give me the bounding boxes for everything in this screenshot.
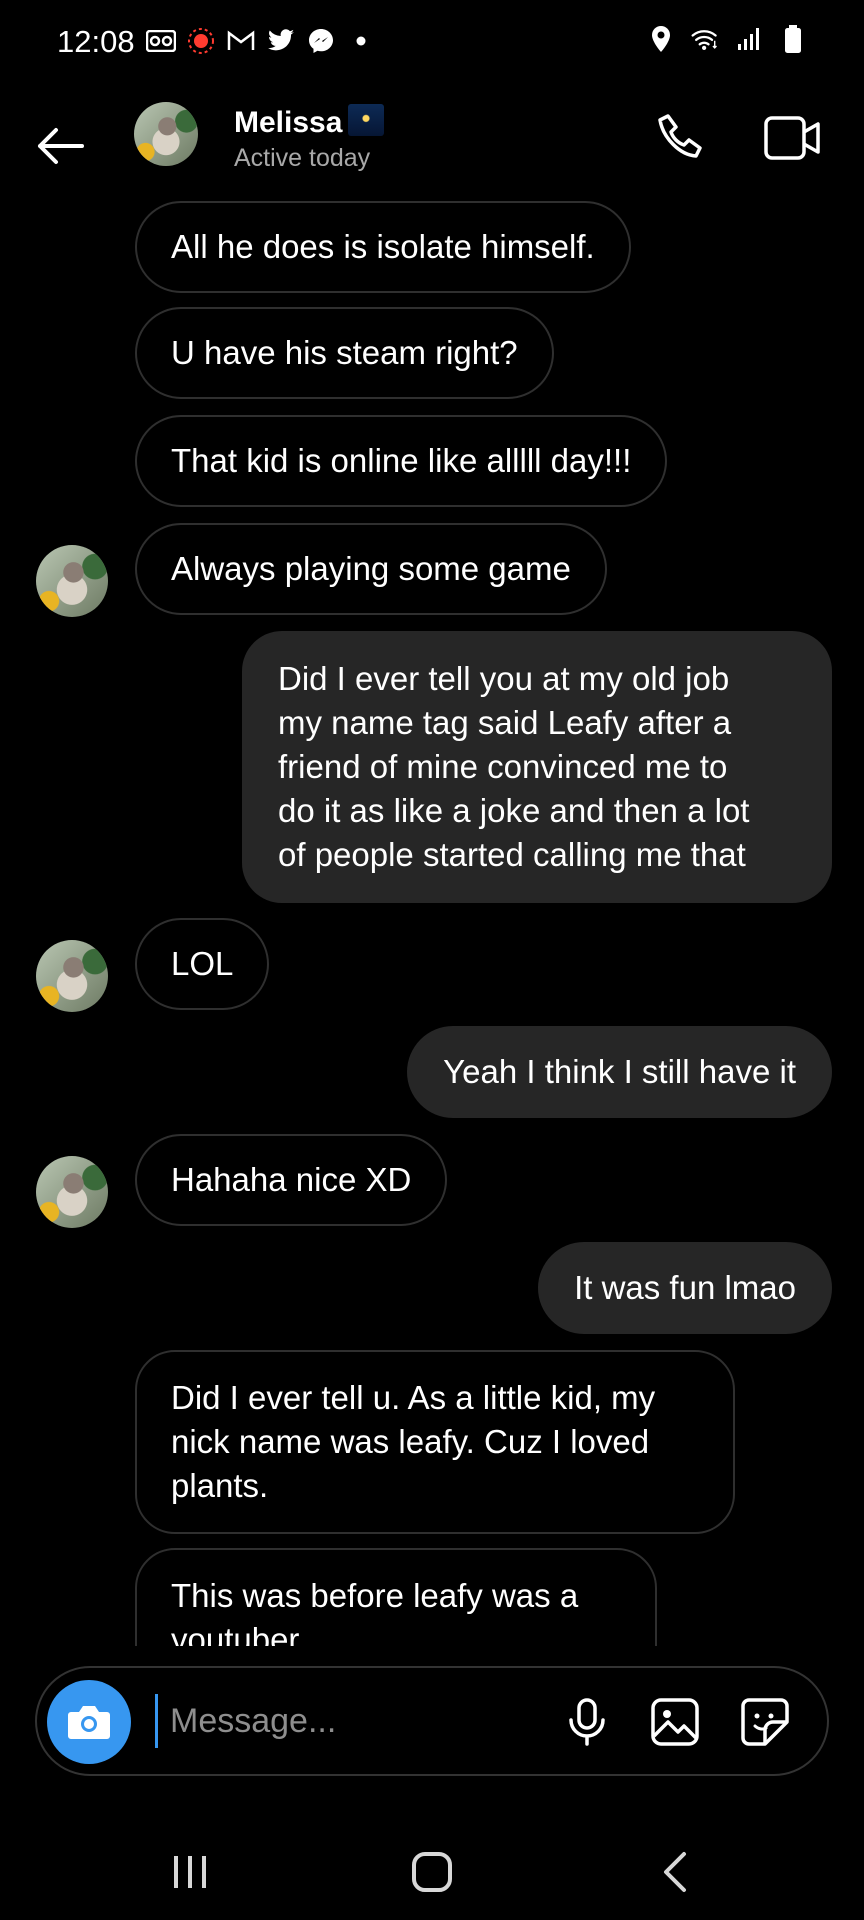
home-button[interactable] (408, 1850, 456, 1894)
sender-avatar[interactable] (36, 1156, 108, 1228)
message-text: U have his steam right? (171, 334, 518, 371)
gallery-button[interactable] (645, 1692, 705, 1752)
camera-icon (68, 1706, 110, 1739)
sticker-icon (741, 1698, 789, 1746)
contact-avatar[interactable] (134, 102, 198, 166)
twitter-icon (266, 26, 296, 56)
notification-icons (146, 26, 376, 56)
incoming-message[interactable]: All he does is isolate himself. (135, 201, 631, 293)
incoming-message[interactable]: This was before leafy was a youtuber (135, 1548, 657, 1646)
incoming-message[interactable]: That kid is online like alllll day!!! (135, 415, 668, 507)
dot-icon (346, 26, 376, 56)
microphone-button[interactable] (557, 1692, 617, 1752)
recent-apps-button[interactable] (168, 1850, 212, 1894)
location-icon (646, 24, 676, 54)
message-text: Yeah I think I still have it (443, 1053, 796, 1090)
message-input[interactable] (155, 1694, 570, 1748)
chat-header: Melissa Active today (0, 88, 864, 206)
wifi-icon (690, 24, 720, 54)
home-icon (412, 1852, 452, 1892)
back-nav-button[interactable] (658, 1850, 694, 1894)
contact-name: Melissa (234, 106, 343, 139)
voice-call-button[interactable] (650, 108, 710, 168)
gmail-icon (226, 26, 256, 56)
contact-status: Active today (234, 144, 371, 172)
outgoing-message[interactable]: Did I ever tell you at my old job my nam… (242, 631, 832, 903)
record-icon (186, 26, 216, 56)
sender-avatar[interactable] (36, 545, 108, 617)
contact-name-row[interactable]: Melissa (234, 104, 385, 140)
phone-icon (658, 114, 702, 158)
message-text: Always playing some game (171, 550, 571, 587)
voicemail-icon (146, 26, 176, 56)
message-text: It was fun lmao (574, 1269, 796, 1306)
messenger-icon (306, 26, 336, 56)
recents-icon (174, 1856, 206, 1888)
message-text: Hahaha nice XD (171, 1161, 412, 1198)
status-bar: 12:08 (0, 0, 864, 88)
message-composer (35, 1666, 829, 1776)
image-icon (651, 1698, 699, 1746)
incoming-message[interactable]: Did I ever tell u. As a little kid, my n… (135, 1350, 735, 1534)
incoming-message[interactable]: Hahaha nice XD (135, 1134, 448, 1226)
sticker-button[interactable] (735, 1692, 795, 1752)
outgoing-message[interactable]: It was fun lmao (538, 1242, 832, 1334)
outgoing-message[interactable]: Yeah I think I still have it (407, 1026, 832, 1118)
night-sky-emoji-icon (348, 104, 385, 136)
incoming-message[interactable]: Always playing some game (135, 523, 607, 615)
system-navigation-bar (0, 1820, 864, 1920)
incoming-message[interactable]: LOL (135, 918, 270, 1010)
message-text: Did I ever tell you at my old job my nam… (278, 660, 750, 873)
chevron-left-icon (664, 1852, 686, 1892)
message-text: Did I ever tell u. As a little kid, my n… (171, 1379, 656, 1504)
message-text: That kid is online like alllll day!!! (171, 442, 632, 479)
arrow-left-icon (38, 128, 84, 164)
video-camera-icon (764, 116, 820, 160)
message-text: LOL (171, 945, 234, 982)
microphone-icon (569, 1698, 605, 1746)
sender-avatar[interactable] (36, 940, 108, 1012)
status-time: 12:08 (57, 24, 135, 59)
camera-button[interactable] (47, 1680, 131, 1764)
message-text: All he does is isolate himself. (171, 228, 595, 265)
signal-icon (734, 24, 764, 54)
message-thread[interactable]: All he does is isolate himself. U have h… (0, 198, 864, 1646)
system-icons (646, 24, 808, 54)
battery-icon (778, 24, 808, 54)
video-call-button[interactable] (760, 110, 826, 166)
message-text: This was before leafy was a youtuber (171, 1577, 579, 1646)
back-button[interactable] (30, 116, 96, 176)
incoming-message[interactable]: U have his steam right? (135, 307, 554, 399)
